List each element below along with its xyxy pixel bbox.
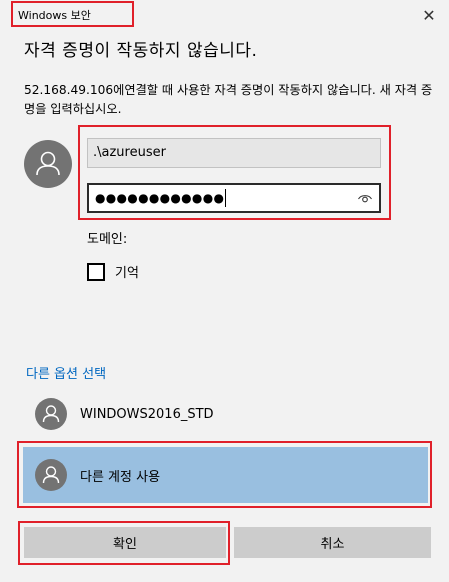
highlight-box-credentials [78, 125, 391, 220]
dialog-heading: 자격 증명이 작동하지 않습니다. [24, 41, 258, 61]
remember-checkbox[interactable] [87, 262, 105, 281]
account-avatar-icon [35, 398, 67, 430]
windows-security-dialog: Windows 보안 ✕ 자격 증명이 작동하지 않습니다. 52.168.49… [0, 0, 449, 582]
user-avatar-icon [24, 140, 72, 188]
dialog-description: 52.168.49.106에연결할 때 사용한 자격 증명이 작동하지 않습니다… [24, 83, 433, 116]
account-label: WINDOWS2016_STD [80, 406, 214, 422]
account-option-windows2016-std[interactable]: WINDOWS2016_STD [23, 395, 428, 433]
close-icon[interactable]: ✕ [417, 3, 441, 27]
cancel-button[interactable]: 취소 [234, 527, 431, 558]
domain-label: 도메인: [87, 232, 128, 247]
more-options-link[interactable]: 다른 옵션 선택 [26, 363, 106, 382]
highlight-box-ok [18, 521, 230, 565]
remember-me[interactable]: 기억 [87, 262, 139, 281]
highlight-box-other-account [17, 441, 432, 508]
remember-label: 기억 [115, 266, 139, 281]
highlight-box-title [11, 1, 134, 27]
